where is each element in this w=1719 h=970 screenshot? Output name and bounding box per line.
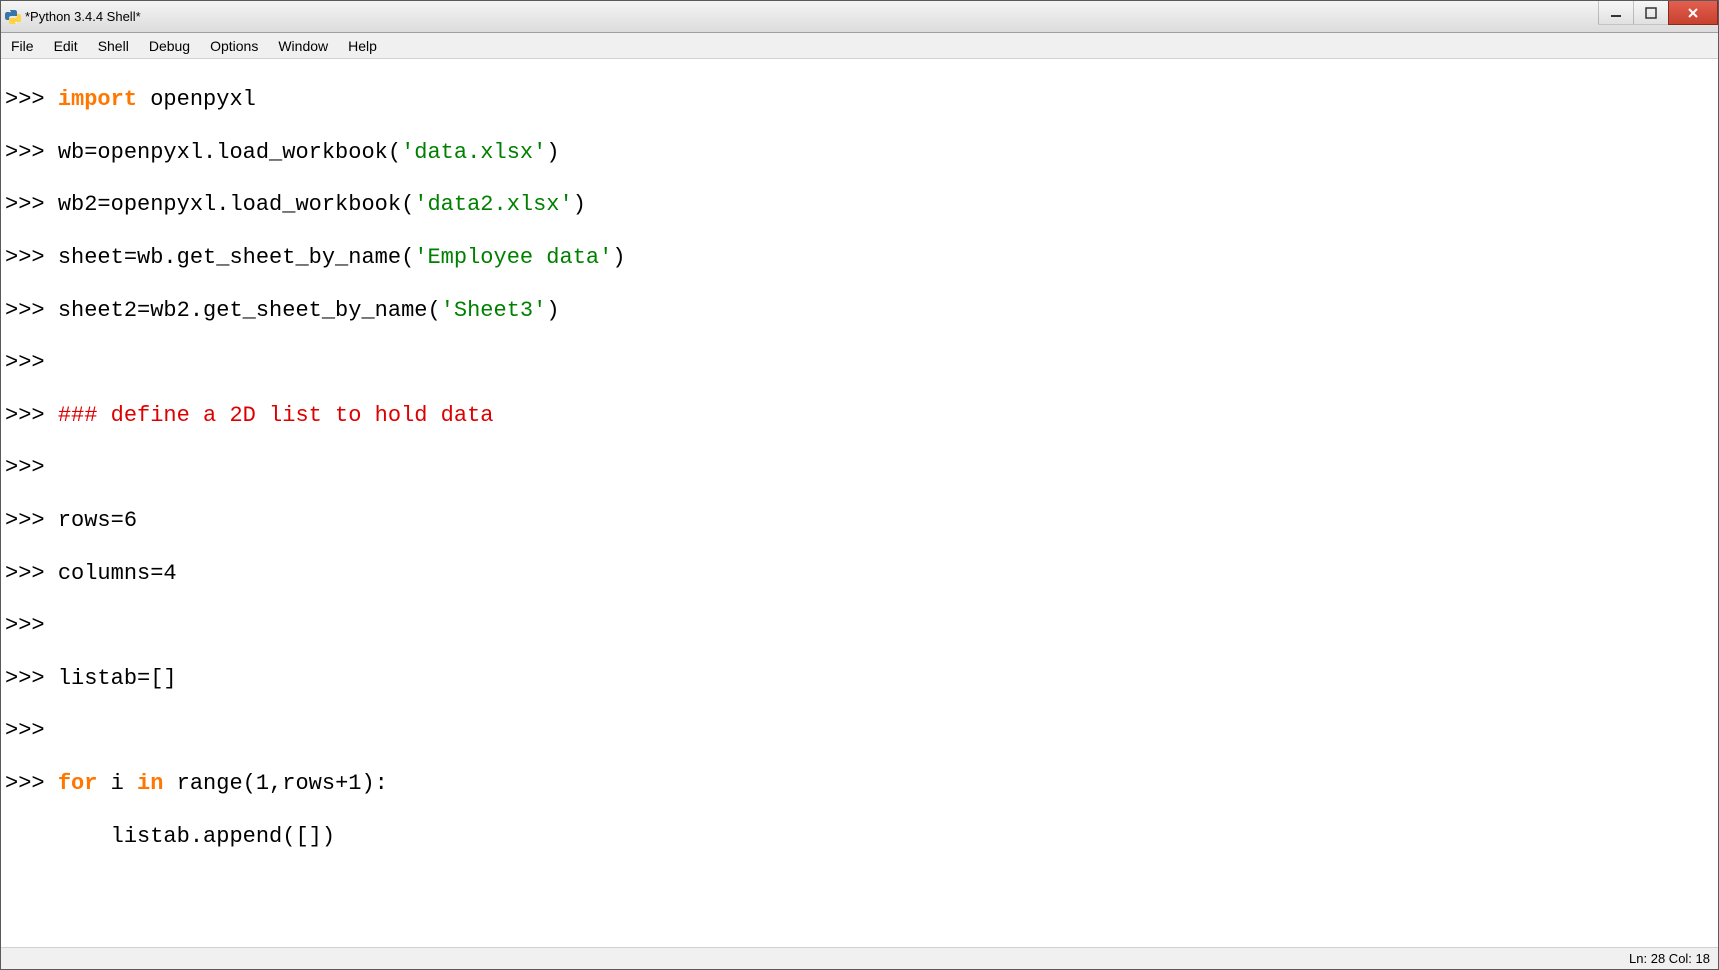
menu-debug[interactable]: Debug xyxy=(139,35,200,57)
code-line xyxy=(5,929,1714,947)
menu-file[interactable]: File xyxy=(1,35,44,57)
code-line: >>> xyxy=(5,718,1714,744)
cursor-position: Ln: 28 Col: 18 xyxy=(1629,951,1710,966)
code-line xyxy=(5,876,1714,902)
titlebar[interactable]: *Python 3.4.4 Shell* xyxy=(1,1,1718,33)
code-line: >>> sheet2=wb2.get_sheet_by_name('Sheet3… xyxy=(5,298,1714,324)
code-line: >>> wb2=openpyxl.load_workbook('data2.xl… xyxy=(5,192,1714,218)
window-controls xyxy=(1598,1,1718,32)
code-line: >>> xyxy=(5,613,1714,639)
code-line: >>> sheet=wb.get_sheet_by_name('Employee… xyxy=(5,245,1714,271)
menu-options[interactable]: Options xyxy=(200,35,268,57)
maximize-button[interactable] xyxy=(1633,1,1669,25)
code-line: >>> rows=6 xyxy=(5,508,1714,534)
code-line: >>> xyxy=(5,455,1714,481)
code-line: >>> xyxy=(5,350,1714,376)
menubar: File Edit Shell Debug Options Window Hel… xyxy=(1,33,1718,59)
code-line: >>> import openpyxl xyxy=(5,87,1714,113)
menu-shell[interactable]: Shell xyxy=(88,35,139,57)
code-line: >>> wb=openpyxl.load_workbook('data.xlsx… xyxy=(5,140,1714,166)
code-line: >>> columns=4 xyxy=(5,561,1714,587)
python-icon xyxy=(5,9,21,25)
menu-edit[interactable]: Edit xyxy=(44,35,88,57)
app-window: *Python 3.4.4 Shell* File Edit Shell Deb… xyxy=(0,0,1719,970)
window-title: *Python 3.4.4 Shell* xyxy=(25,9,1598,24)
menu-window[interactable]: Window xyxy=(268,35,338,57)
code-line: >>> ### define a 2D list to hold data xyxy=(5,403,1714,429)
menu-help[interactable]: Help xyxy=(338,35,387,57)
close-button[interactable] xyxy=(1668,1,1718,25)
code-line: >>> for i in range(1,rows+1): xyxy=(5,771,1714,797)
shell-content[interactable]: >>> import openpyxl >>> wb=openpyxl.load… xyxy=(1,59,1718,947)
code-line: >>> listab=[] xyxy=(5,666,1714,692)
code-line: listab.append([]) xyxy=(5,824,1714,850)
statusbar: Ln: 28 Col: 18 xyxy=(1,947,1718,969)
minimize-button[interactable] xyxy=(1598,1,1634,25)
